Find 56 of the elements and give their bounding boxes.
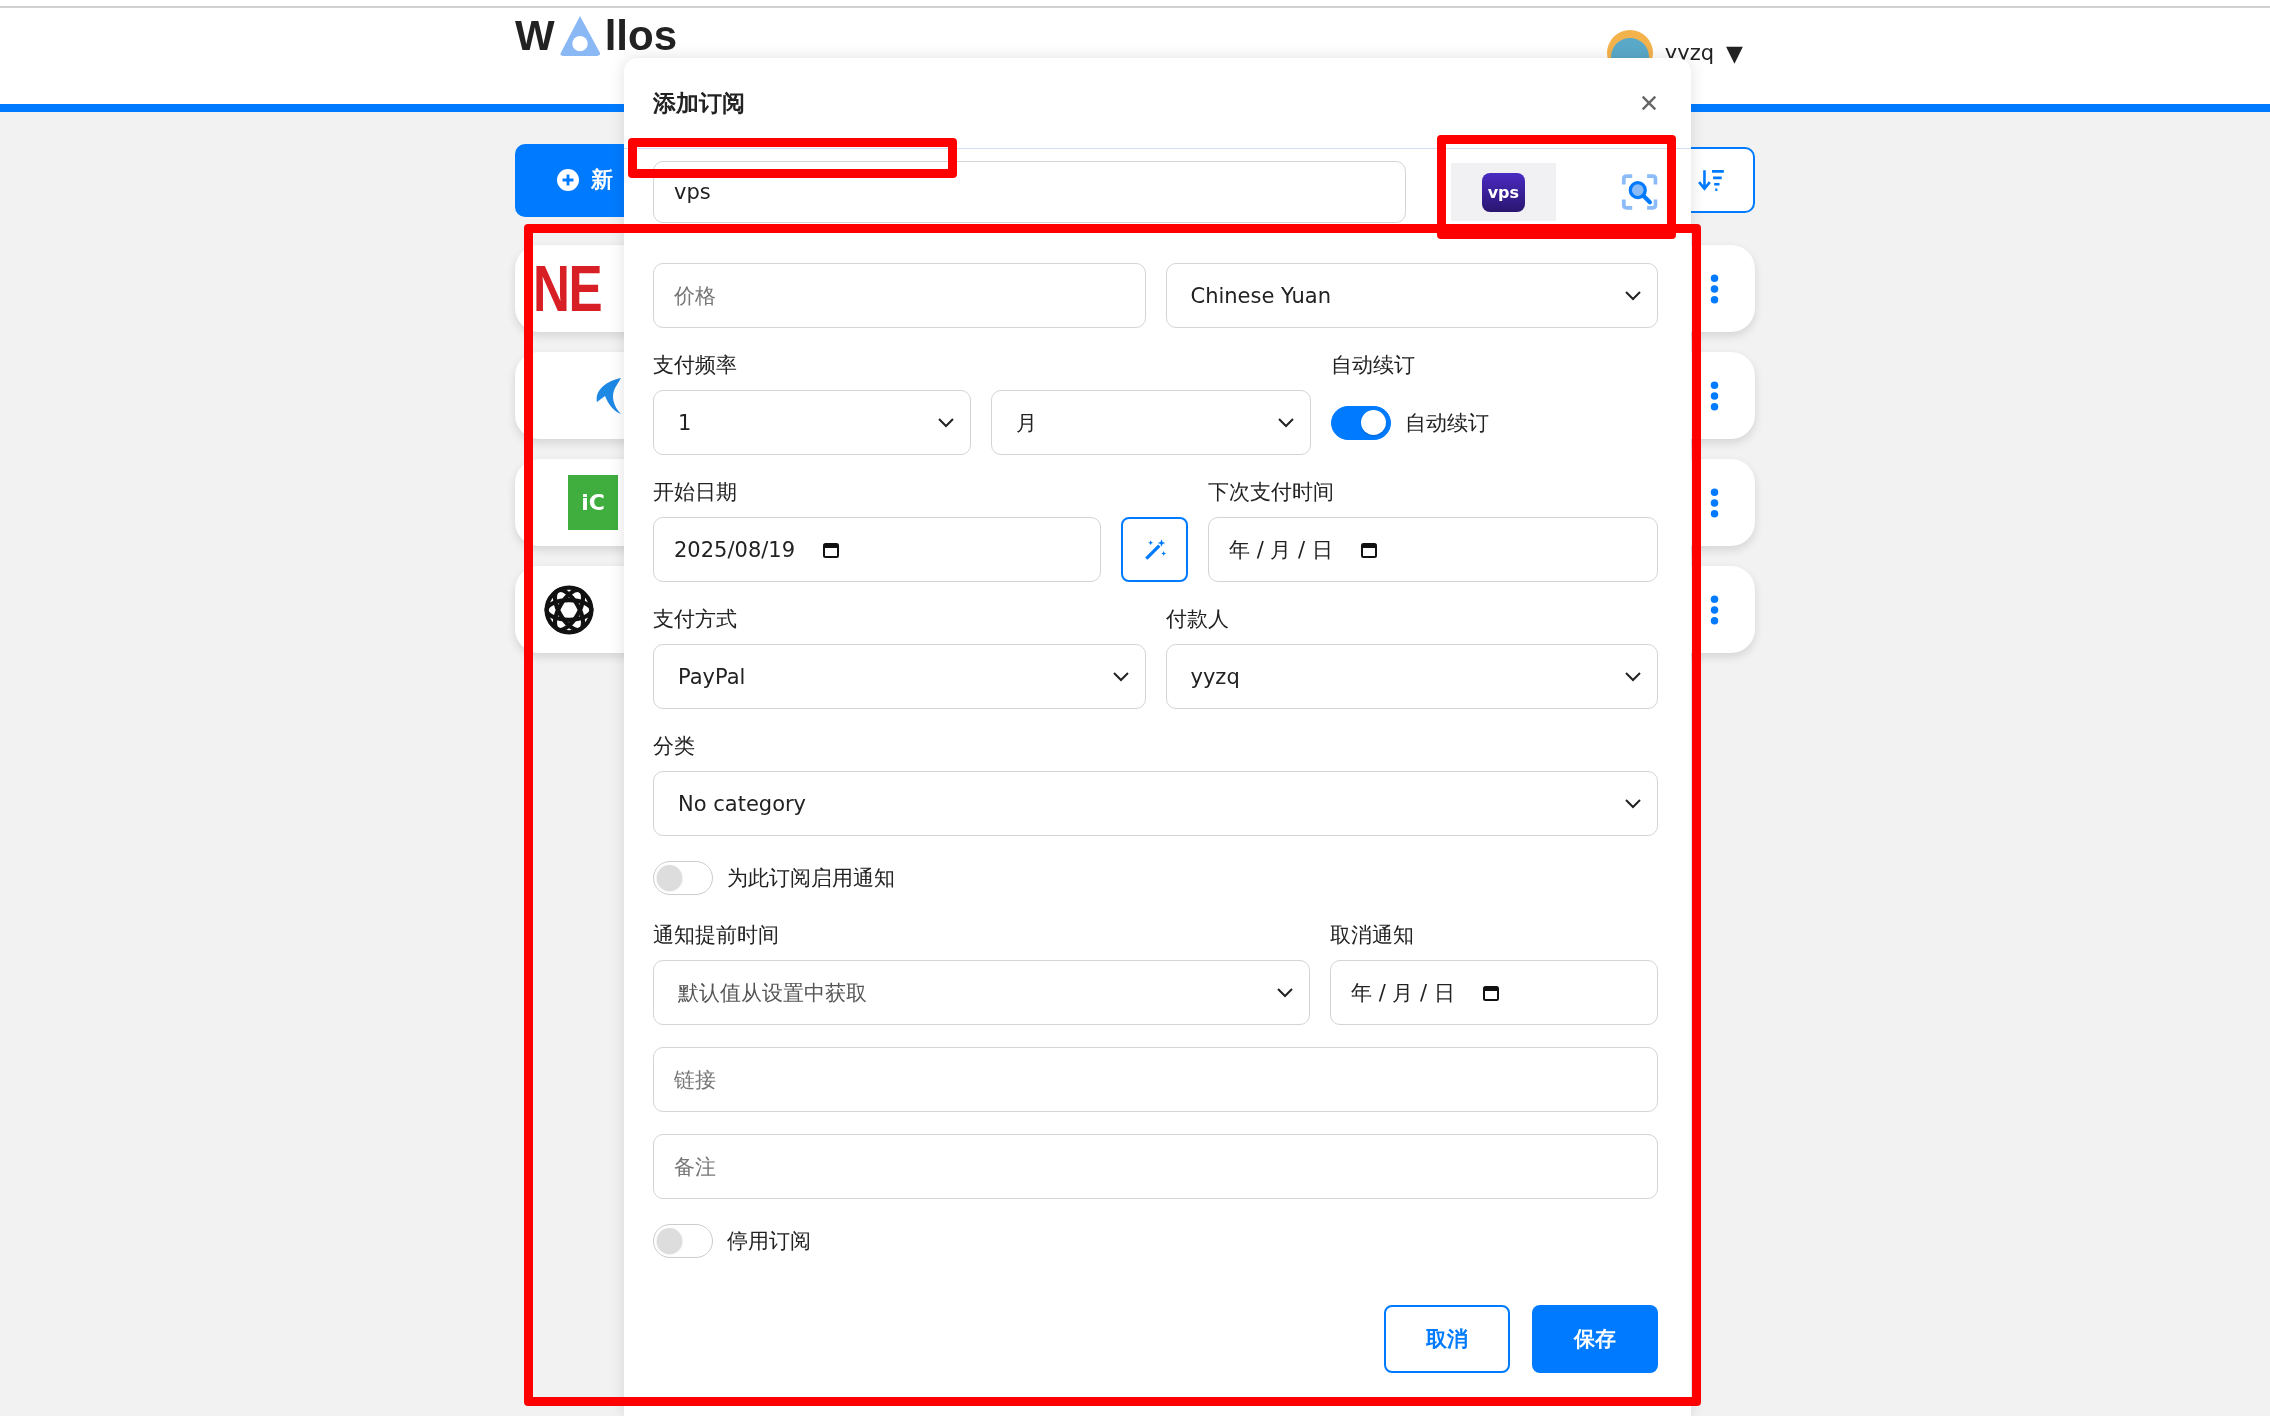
toggle-label: 为此订阅启用通知 — [727, 865, 895, 892]
auto-fill-button[interactable] — [1121, 517, 1188, 582]
chevron-down-icon — [1277, 987, 1293, 998]
frequency-select[interactable]: 1 — [653, 390, 971, 455]
field-label: 分类 — [653, 733, 696, 760]
logo-text: W — [515, 15, 555, 57]
field-label: 自动续订 — [1331, 352, 1416, 379]
calendar-icon[interactable] — [1482, 984, 1499, 1001]
chevron-down-icon — [1112, 671, 1129, 682]
price-field[interactable]: 价格 — [653, 263, 1146, 328]
field-label: 支付频率 — [653, 352, 738, 379]
close-icon[interactable] — [1640, 94, 1658, 112]
toggle-label: 停用订阅 — [727, 1228, 811, 1255]
more-icon[interactable] — [1710, 594, 1719, 625]
cancel-notification-date-field[interactable]: 年 / 月 / 日 — [1330, 960, 1658, 1025]
category-select[interactable]: No category — [653, 771, 1658, 836]
chevron-down-icon — [1278, 417, 1294, 428]
search-icon[interactable] — [1620, 171, 1658, 213]
period-select[interactable]: 月 — [991, 390, 1311, 455]
notes-field[interactable]: 备注 — [653, 1134, 1658, 1199]
field-label: 通知提前时间 — [653, 922, 780, 949]
vps-logo: vps — [1481, 172, 1526, 212]
save-button[interactable]: 保存 — [1532, 1305, 1658, 1373]
chevron-down-icon — [938, 417, 954, 428]
chevron-down-icon — [1625, 798, 1641, 809]
toggle-label: 自动续订 — [1405, 409, 1489, 437]
auto-renew-toggle[interactable] — [1331, 405, 1391, 440]
field-label: 开始日期 — [653, 479, 738, 506]
currency-select[interactable]: Chinese Yuan — [1165, 263, 1658, 328]
payer-select[interactable]: yyzq — [1165, 644, 1658, 709]
cancel-button[interactable]: 取消 — [1384, 1305, 1510, 1373]
plus-icon — [557, 169, 579, 191]
field-label: 付款人 — [1165, 606, 1230, 633]
field-label: 下次支付时间 — [1208, 479, 1335, 506]
sort-icon — [1697, 168, 1726, 192]
more-icon[interactable] — [1710, 273, 1719, 304]
name-field[interactable]: vps — [653, 161, 1406, 223]
more-icon[interactable] — [1710, 487, 1719, 518]
netflix-logo: NE — [533, 251, 601, 326]
logo-text: llos — [604, 15, 677, 57]
field-label: 取消通知 — [1330, 922, 1415, 949]
logo-tile: iC — [568, 475, 618, 530]
dialog-title: 添加订阅 — [653, 88, 745, 118]
more-icon[interactable] — [1710, 380, 1719, 411]
start-date-field[interactable]: 2025/08/19 — [653, 517, 1101, 582]
payment-method-select[interactable]: PayPal — [653, 644, 1146, 709]
calendar-icon[interactable] — [823, 541, 840, 558]
field-label: 支付方式 — [653, 606, 738, 633]
chevron-down-icon — [1625, 671, 1641, 682]
url-field[interactable]: 链接 — [653, 1047, 1658, 1112]
notify-before-select[interactable]: 默认值从设置中获取 — [653, 960, 1310, 1025]
caret-icon[interactable]: ▼ — [1726, 40, 1743, 66]
notification-toggle[interactable] — [653, 861, 713, 895]
calendar-icon[interactable] — [1360, 541, 1377, 558]
chevron-down-icon — [1625, 290, 1641, 301]
next-payment-date-field[interactable]: 年 / 月 / 日 — [1208, 517, 1658, 582]
